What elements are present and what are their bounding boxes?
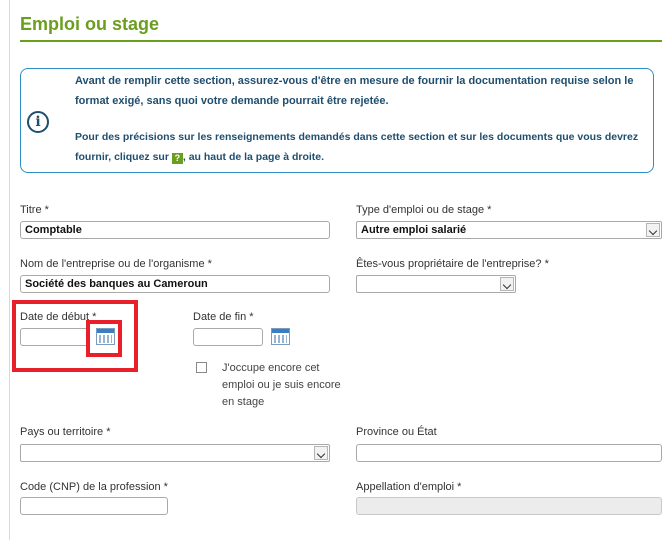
info-paragraph-2-end: , au haut de la page à droite. xyxy=(182,151,325,163)
help-icon: ? xyxy=(171,153,183,164)
calendar-icon[interactable] xyxy=(271,328,290,345)
encore-checkbox[interactable] xyxy=(196,362,207,373)
left-border xyxy=(9,0,10,540)
highlight-calendar-frame xyxy=(86,320,122,357)
chevron-down-icon[interactable] xyxy=(314,446,328,460)
cnp-input[interactable] xyxy=(20,497,168,515)
proprietaire-select[interactable] xyxy=(356,275,516,293)
pays-label: Pays ou territoire * xyxy=(20,426,111,438)
appellation-input xyxy=(356,497,662,515)
date-fin-input[interactable] xyxy=(193,328,263,346)
date-fin-label: Date de fin * xyxy=(193,311,254,323)
info-paragraph-2-text: Pour des précisions sur les renseignemen… xyxy=(75,131,639,163)
section-title: Emploi ou stage xyxy=(20,14,160,34)
cnp-label: Code (CNP) de la profession * xyxy=(20,481,168,493)
proprietaire-label: Êtes-vous propriétaire de l'entreprise? … xyxy=(356,258,549,270)
pays-select[interactable] xyxy=(20,444,330,462)
entreprise-input[interactable]: Société des banques au Cameroun xyxy=(20,275,330,293)
province-input[interactable] xyxy=(356,444,662,462)
title-divider xyxy=(20,40,662,42)
chevron-down-icon[interactable] xyxy=(646,223,660,237)
info-box: i Avant de remplir cette section, assure… xyxy=(20,68,654,173)
info-paragraph-2: Pour des précisions sur les renseignemen… xyxy=(75,127,650,167)
type-emploi-label: Type d'emploi ou de stage * xyxy=(356,204,492,216)
province-label: Province ou État xyxy=(356,426,437,438)
type-emploi-select[interactable]: Autre emploi salarié xyxy=(356,221,662,239)
info-icon: i xyxy=(27,111,49,133)
encore-label: J'occupe encore cet emploi ou je suis en… xyxy=(222,362,341,408)
entreprise-label: Nom de l'entreprise ou de l'organisme * xyxy=(20,258,212,270)
titre-label: Titre * xyxy=(20,204,49,216)
info-paragraph-1: Avant de remplir cette section, assurez-… xyxy=(75,75,634,107)
chevron-down-icon[interactable] xyxy=(500,277,514,291)
appellation-label: Appellation d'emploi * xyxy=(356,481,462,493)
titre-input[interactable]: Comptable xyxy=(20,221,330,239)
type-emploi-value: Autre emploi salarié xyxy=(361,224,467,236)
